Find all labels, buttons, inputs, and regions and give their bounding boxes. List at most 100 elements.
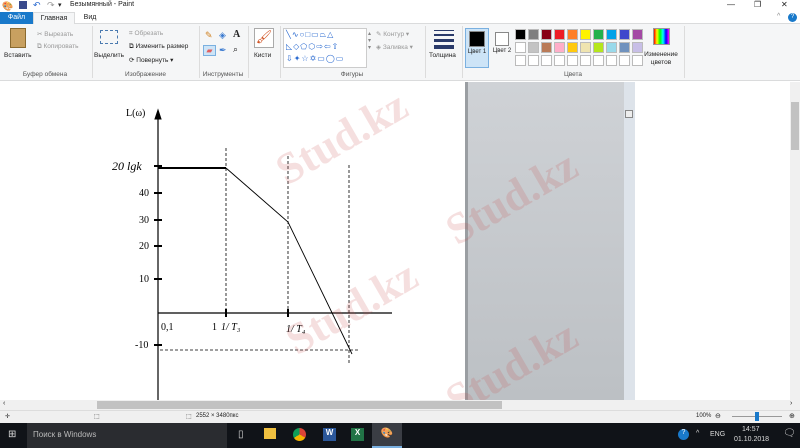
eraser-icon[interactable]: ▰ [203, 45, 216, 56]
close-button[interactable]: ✕ [781, 0, 788, 9]
vertical-scroll-thumb[interactable] [791, 102, 799, 150]
search-box[interactable]: Поиск в Windows [27, 423, 227, 448]
cursor-position-icon: ✛ [5, 414, 11, 420]
custom-color-slot[interactable] [619, 55, 630, 66]
fill-icon[interactable]: ◈ [219, 30, 226, 41]
cut-button[interactable]: ✂ Вырезать [37, 30, 73, 38]
status-bar: ✛ ⬚ ⬚ 2552 × 3480пкс 100% ⊖ ⊕ [0, 410, 800, 423]
scroll-right-icon[interactable]: › [790, 400, 792, 407]
size-button[interactable]: Толщина [429, 52, 456, 59]
task-view-icon[interactable]: ▯ [238, 429, 244, 440]
help-tray-icon[interactable]: ? [678, 429, 689, 440]
vertical-scrollbar[interactable] [790, 82, 800, 400]
custom-color-slot[interactable] [541, 55, 552, 66]
palette-color-swatch[interactable] [541, 29, 552, 40]
search-placeholder: Поиск в Windows [33, 430, 97, 439]
file-explorer-icon[interactable] [264, 428, 276, 439]
edit-colors-icon [653, 28, 670, 45]
paint-taskbar-icon[interactable]: 🎨 [372, 423, 402, 448]
custom-color-slot[interactable] [593, 55, 604, 66]
palette-color-swatch[interactable] [632, 29, 643, 40]
save-icon[interactable] [19, 1, 27, 9]
crop-button[interactable]: ⌗ Обрезать [129, 30, 163, 38]
palette-color-swatch[interactable] [541, 42, 552, 53]
tab-home[interactable]: Главная [33, 12, 75, 24]
restore-button[interactable]: ❐ [754, 0, 761, 9]
custom-color-slot[interactable] [632, 55, 643, 66]
word-icon[interactable]: W [323, 428, 336, 441]
paste-button[interactable]: Вставить [4, 52, 32, 59]
shapes-gallery[interactable]: ╲∿○□▭⏢△ ◺◇⬠⬡⇨⇦⇧ ⇩✦☆✡▭◯▭ [283, 28, 367, 68]
chrome-icon[interactable] [293, 428, 306, 441]
clock-time[interactable]: 14:57 [742, 426, 760, 433]
palette-color-swatch[interactable] [554, 42, 565, 53]
palette-color-swatch[interactable] [515, 42, 526, 53]
custom-color-slot[interactable] [554, 55, 565, 66]
horizontal-scrollbar[interactable]: ‹ › [0, 400, 800, 410]
pencil-icon[interactable]: ✎ [205, 30, 213, 41]
color-picker-icon[interactable]: ✒ [219, 45, 227, 56]
palette-color-swatch[interactable] [619, 29, 630, 40]
clock-date[interactable]: 01.10.2018 [734, 436, 769, 443]
palette-color-swatch[interactable] [606, 42, 617, 53]
y-axis-label: L(ω) [126, 108, 145, 119]
zoom-out-button[interactable]: ⊖ [715, 412, 721, 420]
palette-color-swatch[interactable] [528, 42, 539, 53]
horizontal-scroll-thumb[interactable] [97, 401, 502, 409]
palette-color-swatch[interactable] [515, 29, 526, 40]
zoom-in-button[interactable]: ⊕ [789, 412, 795, 420]
language-indicator[interactable]: ENG [710, 431, 725, 438]
zoom-slider-thumb[interactable] [755, 412, 759, 421]
drawing-canvas[interactable]: L(ω) 20 lgk 40 30 20 10 -10 0,1 1 1/ T₃ … [0, 82, 790, 400]
excel-icon[interactable]: X [351, 428, 364, 441]
resize-button[interactable]: ⧉ Изменить размер [129, 43, 188, 51]
tick-label-20lgk: 20 lgk [112, 159, 142, 173]
palette-color-swatch[interactable] [554, 29, 565, 40]
fill-button[interactable]: ◈ Заливка ▾ [376, 43, 413, 51]
palette-color-swatch[interactable] [567, 42, 578, 53]
outline-button[interactable]: ✎ Контур ▾ [376, 30, 409, 38]
notifications-icon[interactable]: 🗨 [783, 428, 796, 439]
color1-button[interactable]: Цвет 1 [465, 28, 489, 68]
palette-color-swatch[interactable] [619, 42, 630, 53]
minimize-button[interactable]: — [727, 0, 735, 9]
custom-color-slot[interactable] [606, 55, 617, 66]
undo-icon[interactable]: ↶ [33, 0, 41, 11]
palette-color-swatch[interactable] [593, 29, 604, 40]
custom-color-slot[interactable] [567, 55, 578, 66]
color1-label: Цвет 1 [467, 49, 487, 55]
rotate-button[interactable]: ⟳ Повернуть ▾ [129, 56, 173, 64]
palette-color-swatch[interactable] [632, 42, 643, 53]
palette-color-swatch[interactable] [606, 29, 617, 40]
redo-icon[interactable]: ↷ [47, 0, 55, 11]
tab-file[interactable]: Файл [0, 12, 33, 24]
zoom-level: 100% [696, 413, 712, 419]
magnifier-icon[interactable]: ⌕ [233, 44, 238, 55]
custom-color-slot[interactable] [580, 55, 591, 66]
tick-label-10: 10 [139, 274, 149, 285]
customize-toolbar-icon[interactable]: ▾ [58, 1, 62, 9]
tab-view[interactable]: Вид [76, 12, 104, 24]
palette-color-swatch[interactable] [593, 42, 604, 53]
copy-button[interactable]: ⧉ Копировать [37, 43, 78, 51]
scroll-left-icon[interactable]: ‹ [3, 400, 5, 407]
edit-colors-button[interactable]: Изменение цветов [641, 51, 681, 67]
shapes-scroll-icon[interactable]: ▴ ▾ ▾ [368, 30, 371, 51]
windows-start-icon[interactable]: ⊞ [8, 429, 16, 440]
palette-color-swatch[interactable] [567, 29, 578, 40]
brushes-button[interactable]: Кисти [254, 52, 271, 59]
custom-color-slot[interactable] [515, 55, 526, 66]
palette-color-swatch[interactable] [528, 29, 539, 40]
text-icon[interactable]: A [233, 29, 240, 40]
ribbon: Вставить ✂ Вырезать ⧉ Копировать Буфер о… [0, 24, 800, 81]
ribbon-tabs: Файл Главная Вид ^ ? [0, 12, 800, 24]
palette-color-swatch[interactable] [580, 42, 591, 53]
collapse-ribbon-icon[interactable]: ^ [777, 13, 780, 20]
color2-button[interactable]: Цвет 2 [491, 28, 513, 68]
select-button[interactable]: Выделить [94, 52, 124, 59]
palette-color-swatch[interactable] [580, 29, 591, 40]
y-axis-arrow [154, 108, 162, 120]
tray-expand-icon[interactable]: ^ [696, 430, 699, 437]
help-icon[interactable]: ? [788, 13, 797, 22]
custom-color-slot[interactable] [528, 55, 539, 66]
